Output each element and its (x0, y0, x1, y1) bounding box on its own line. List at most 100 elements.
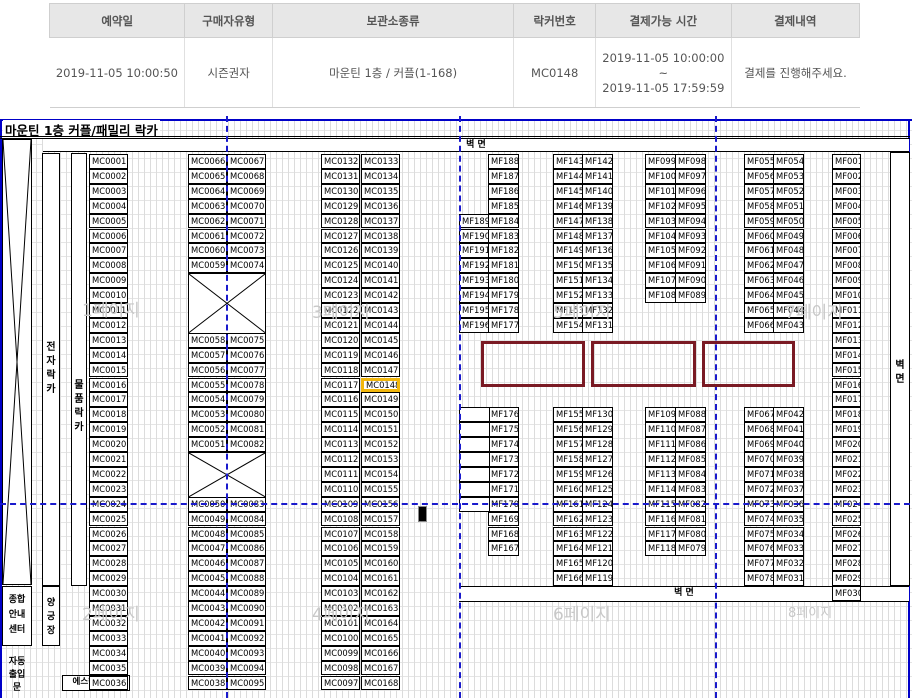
locker-mf007[interactable]: MF007 (832, 243, 861, 259)
locker-mf075[interactable]: MF075 (744, 526, 775, 542)
locker-mc0058[interactable]: MC0058 (188, 332, 227, 348)
locker-mc0039[interactable]: MC0039 (188, 660, 227, 676)
locker-mf035[interactable]: MF035 (773, 511, 804, 527)
locker-mf136[interactable]: MF136 (582, 243, 613, 259)
locker-mc0052[interactable]: MC0052 (188, 422, 227, 438)
locker-mc0063[interactable]: MC0063 (188, 198, 227, 214)
locker-mf183[interactable]: MF183 (488, 228, 519, 244)
locker-mf123[interactable]: MF123 (582, 511, 613, 527)
locker-mf037[interactable]: MF037 (773, 481, 804, 497)
locker-mc0145[interactable]: MC0145 (361, 332, 400, 348)
locker-mf058[interactable]: MF058 (744, 198, 775, 214)
locker-mf135[interactable]: MF135 (582, 258, 613, 274)
locker-mc0125[interactable]: MC0125 (321, 258, 360, 274)
locker-mc0062[interactable]: MC0062 (188, 213, 227, 229)
locker-mc0064[interactable]: MC0064 (188, 183, 227, 199)
locker-mf040[interactable]: MF040 (773, 437, 804, 452)
locker-mf085[interactable]: MF085 (675, 452, 706, 467)
locker-mf148[interactable]: MF148 (553, 228, 584, 244)
locker-mc0093[interactable]: MC0093 (227, 645, 266, 661)
locker-mf189[interactable]: MF189 (459, 213, 490, 229)
locker-mf159[interactable]: MF159 (553, 466, 584, 482)
locker-mf166[interactable]: MF166 (553, 571, 584, 587)
locker-mf149[interactable]: MF149 (553, 243, 584, 259)
locker-mf101[interactable]: MF101 (645, 183, 676, 199)
locker-mc0117[interactable]: MC0117 (321, 377, 360, 393)
locker-mf108[interactable]: MF108 (645, 288, 676, 303)
locker-mf065[interactable]: MF065 (744, 303, 775, 318)
locker-mc0104[interactable]: MC0104 (321, 571, 360, 587)
locker-mc0154[interactable]: MC0154 (361, 466, 400, 482)
locker-mc0120[interactable]: MC0120 (321, 332, 360, 348)
locker-mc0018[interactable]: MC0018 (89, 407, 128, 423)
locker-mc0089[interactable]: MC0089 (227, 586, 266, 601)
locker-mf118[interactable]: MF118 (645, 541, 676, 557)
locker-mc0151[interactable]: MC0151 (361, 422, 400, 438)
locker-mc0080[interactable]: MC0080 (227, 407, 266, 423)
locker-mc0038[interactable]: MC0038 (188, 675, 227, 691)
locker-mf086[interactable]: MF086 (675, 437, 706, 452)
locker-mc0051[interactable]: MC0051 (188, 437, 227, 452)
locker-mf145[interactable]: MF145 (553, 183, 584, 199)
locker-mc0042[interactable]: MC0042 (188, 615, 227, 631)
locker-mc0162[interactable]: MC0162 (361, 586, 400, 601)
locker-mf002[interactable]: MF002 (832, 168, 861, 184)
locker-mc0088[interactable]: MC0088 (227, 571, 266, 587)
locker-mc0004[interactable]: MC0004 (89, 198, 128, 214)
locker-mf188[interactable]: MF188 (488, 154, 519, 169)
locker-mf193[interactable]: MF193 (459, 273, 490, 289)
locker-mf008[interactable]: MF008 (832, 258, 861, 274)
locker-mf056[interactable]: MF056 (744, 168, 775, 184)
locker-mf127[interactable]: MF127 (582, 452, 613, 467)
locker-mc0034[interactable]: MC0034 (89, 645, 128, 661)
locker-mc0066[interactable]: MC0066 (188, 154, 227, 169)
locker-mf104[interactable]: MF104 (645, 228, 676, 244)
locker-mc0061[interactable]: MC0061 (188, 228, 227, 244)
locker-mf111[interactable]: MF111 (645, 437, 676, 452)
locker-mc0040[interactable]: MC0040 (188, 645, 227, 661)
locker-mc0074[interactable]: MC0074 (227, 258, 266, 274)
locker-mf117[interactable]: MF117 (645, 526, 676, 542)
locker-mf141[interactable]: MF141 (582, 168, 613, 184)
locker-mf052[interactable]: MF052 (773, 183, 804, 199)
locker-mf072[interactable]: MF072 (744, 481, 775, 497)
locker-mc0076[interactable]: MC0076 (227, 347, 266, 363)
locker-mf055[interactable]: MF055 (744, 154, 775, 169)
locker-mf164[interactable]: MF164 (553, 541, 584, 557)
locker-mf100[interactable]: MF100 (645, 168, 676, 184)
locker-mc0166[interactable]: MC0166 (361, 645, 400, 661)
locker-mc0132[interactable]: MC0132 (321, 154, 360, 169)
locker-mc0047[interactable]: MC0047 (188, 541, 227, 557)
locker-mf080[interactable]: MF080 (675, 526, 706, 542)
locker-mc0100[interactable]: MC0100 (321, 630, 360, 646)
locker-mf039[interactable]: MF039 (773, 452, 804, 467)
locker-mc0067[interactable]: MC0067 (227, 154, 266, 169)
locker-mf155[interactable]: MF155 (553, 407, 584, 423)
locker-mc0002[interactable]: MC0002 (89, 168, 128, 184)
locker-mc0158[interactable]: MC0158 (361, 526, 400, 542)
locker-mc0022[interactable]: MC0022 (89, 466, 128, 482)
locker-mf017[interactable]: MF017 (832, 392, 861, 408)
locker-mc0099[interactable]: MC0099 (321, 645, 360, 661)
locker-mf095[interactable]: MF095 (675, 198, 706, 214)
locker-mf173[interactable]: MF173 (488, 452, 519, 467)
locker-mc0110[interactable]: MC0110 (321, 481, 360, 497)
locker-mc0001[interactable]: MC0001 (89, 154, 128, 169)
locker-mf116[interactable]: MF116 (645, 511, 676, 527)
locker-mc0085[interactable]: MC0085 (227, 526, 266, 542)
locker-mc0070[interactable]: MC0070 (227, 198, 266, 214)
locker-mf105[interactable]: MF105 (645, 243, 676, 259)
locker-mf119[interactable]: MF119 (582, 571, 613, 587)
locker-mf180[interactable]: MF180 (488, 273, 519, 289)
locker-mf151[interactable]: MF151 (553, 273, 584, 289)
locker-mc0161[interactable]: MC0161 (361, 571, 400, 587)
locker-mf048[interactable]: MF048 (773, 243, 804, 259)
locker-mf051[interactable]: MF051 (773, 198, 804, 214)
locker-mf069[interactable]: MF069 (744, 437, 775, 452)
locker-mc0139[interactable]: MC0139 (361, 243, 400, 259)
locker-mf163[interactable]: MF163 (553, 526, 584, 542)
locker-mc0081[interactable]: MC0081 (227, 422, 266, 438)
locker-mc0131[interactable]: MC0131 (321, 168, 360, 184)
locker-mf049[interactable]: MF049 (773, 228, 804, 244)
locker-mc0035[interactable]: MC0035 (89, 660, 128, 676)
